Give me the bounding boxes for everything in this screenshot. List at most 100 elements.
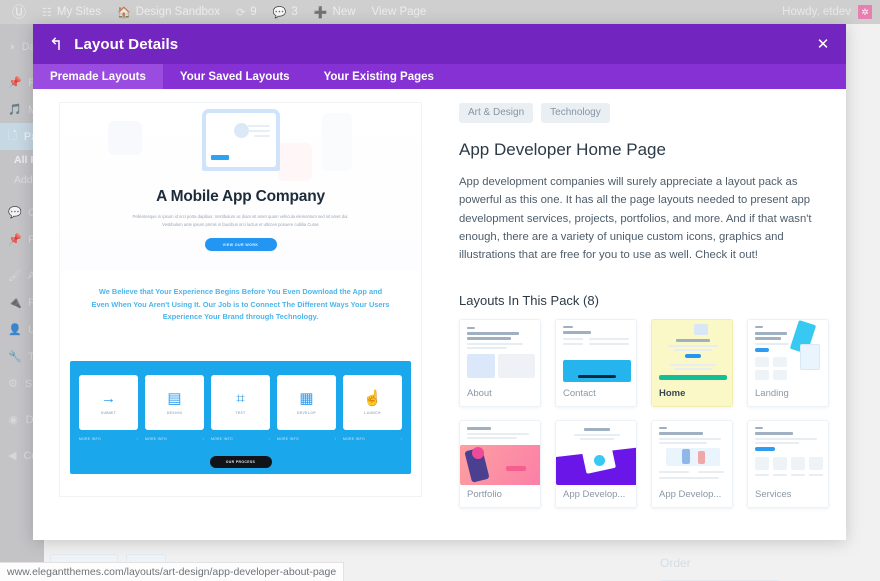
modal-tab-bar: Premade Layouts Your Saved Layouts Your … — [33, 64, 846, 89]
appearance-icon: 🖌 — [8, 270, 22, 282]
layout-thumbnail-grid: About Contact Home Landing Portfolio App… — [459, 319, 829, 509]
tab-your-existing-pages[interactable]: Your Existing Pages — [307, 64, 451, 89]
admin-bar-comments[interactable]: 💬 3 — [265, 0, 306, 24]
arrow-right-icon: → — [101, 389, 116, 407]
tab-your-saved-layouts-label: Your Saved Layouts — [179, 70, 290, 83]
preview-hero-subtext-line2: Vestibulum ante ipsum primis in faucibus… — [162, 221, 319, 227]
preview-more-info-label: MORE INFO — [343, 437, 365, 441]
preview-icon-card: ☝ LAUNCH — [343, 375, 402, 430]
preview-more-info-label: MORE INFO — [145, 437, 167, 441]
layout-thumbnail-label: Portfolio — [467, 489, 502, 501]
decor-shape — [278, 143, 312, 181]
decor-shape — [322, 113, 352, 171]
preview-more-info: MORE INFO › — [211, 437, 270, 441]
tools-icon: 🔧 — [8, 351, 22, 363]
preview-more-info-label: MORE INFO — [211, 437, 233, 441]
tab-premade-layouts[interactable]: Premade Layouts — [33, 64, 163, 89]
close-icon[interactable]: ✕ — [813, 34, 833, 54]
preview-icon-card: ▦ DEVELOP — [277, 375, 336, 430]
wp-admin-bar: Ⓤ ☷ My Sites 🏠 Design Sandbox ⟳ 9 💬 3 ➕ … — [0, 0, 880, 24]
layout-thumbnail-contact[interactable]: Contact — [555, 319, 637, 408]
decor-shape — [108, 121, 142, 155]
layout-thumbnail-label: App Develop... — [659, 489, 722, 501]
projects-icon: 📌 — [8, 234, 22, 246]
layout-thumbnail-landing[interactable]: Landing — [747, 319, 829, 408]
phone-line — [253, 135, 270, 137]
phone-screen — [205, 113, 276, 167]
preview-phone-mockup — [201, 109, 280, 171]
preview-hero-title: A Mobile App Company — [156, 188, 325, 205]
plus-icon: ➕ — [313, 6, 328, 19]
admin-bar-site-label: Design Sandbox — [135, 6, 221, 18]
pin-icon: 📌 — [8, 77, 22, 89]
layout-thumbnail-home[interactable]: Home — [651, 319, 733, 408]
develop-icon: ▦ — [299, 389, 314, 407]
admin-bar-account[interactable]: Howdy, etdev ✲ — [782, 5, 880, 19]
layout-info-panel: Art & Design Technology App Developer Ho… — [459, 95, 829, 540]
wordpress-logo-button[interactable]: Ⓤ — [4, 0, 34, 24]
screen-root: Ⓤ ☷ My Sites 🏠 Design Sandbox ⟳ 9 💬 3 ➕ … — [0, 0, 880, 581]
admin-bar-new[interactable]: ➕ New — [306, 0, 364, 24]
layout-thumbnail-app-developer-2[interactable]: App Develop... — [651, 420, 733, 509]
chevron-right-icon: › — [400, 437, 402, 441]
admin-bar-view-page[interactable]: View Page — [364, 0, 435, 24]
layout-thumbnail-label: Home — [659, 388, 686, 400]
admin-bar-updates-count: 9 — [250, 6, 257, 18]
browser-status-bar: www.elegantthemes.com/layouts/art-design… — [0, 562, 345, 581]
design-icon: ▤ — [167, 389, 182, 407]
preview-icon-caption: LAUNCH — [364, 410, 381, 415]
badge-technology[interactable]: Technology — [541, 103, 610, 123]
divi-icon: ◉ — [8, 414, 19, 426]
modal-header: ↰ Layout Details ✕ — [33, 24, 846, 64]
thumbnail-art — [556, 320, 636, 385]
user-avatar-icon: ✲ — [858, 5, 872, 19]
layout-thumbnail-label: About — [467, 388, 492, 400]
phone-line — [247, 130, 270, 132]
admin-bar-my-sites-label: My Sites — [56, 6, 101, 18]
thumbnail-art — [652, 421, 732, 486]
thumbnail-art — [748, 320, 828, 385]
phone-avatar — [233, 123, 249, 138]
phone-line — [247, 125, 270, 127]
tab-your-saved-layouts[interactable]: Your Saved Layouts — [163, 64, 307, 89]
layout-thumbnail-services[interactable]: Services — [747, 420, 829, 509]
layout-thumbnail-label: App Develop... — [563, 489, 626, 501]
preview-hero-subtext: Pellentesque in ipsum id orci porta dapi… — [108, 213, 373, 229]
howdy-label: Howdy, etdev — [782, 6, 851, 18]
modal-body: A Mobile App Company Pellentesque in ips… — [33, 89, 846, 540]
preview-icon-caption: DESIGN — [166, 410, 183, 415]
preview-icon-card: ⌗ TEST — [211, 375, 270, 430]
layout-thumbnail-portfolio[interactable]: Portfolio — [459, 420, 541, 509]
thumbnail-art — [748, 421, 828, 486]
badge-art-and-design[interactable]: Art & Design — [459, 103, 534, 123]
layout-thumbnail-label: Contact — [563, 388, 596, 400]
admin-bar-my-sites[interactable]: ☷ My Sites — [34, 0, 109, 24]
plugins-icon: 🔌 — [8, 297, 22, 309]
pages-icon: 🗋 — [8, 130, 17, 142]
back-arrow-icon[interactable]: ↰ — [49, 36, 63, 53]
layout-thumbnail-label: Landing — [755, 388, 789, 400]
comments-icon: 💬 — [8, 207, 22, 219]
admin-bar-updates[interactable]: ⟳ 9 — [228, 0, 265, 24]
preview-hero-subtext-line1: Pellentesque in ipsum id orci porta dapi… — [132, 214, 349, 219]
preview-hero-button: VIEW OUR WORK — [204, 238, 277, 251]
layout-preview[interactable]: A Mobile App Company Pellentesque in ips… — [59, 102, 422, 497]
thumbnail-art — [652, 320, 732, 385]
status-bar-url: www.elegantthemes.com/layouts/art-design… — [7, 566, 337, 578]
pack-heading: Layouts In This Pack (8) — [459, 293, 599, 309]
preview-more-info-links: MORE INFO › MORE INFO › MORE INFO › MORE… — [79, 437, 402, 441]
layout-thumbnail-about[interactable]: About — [459, 319, 541, 408]
preview-icon-card: → SUBMIT — [79, 375, 138, 430]
layout-thumbnail-app-developer-1[interactable]: App Develop... — [555, 420, 637, 509]
layout-thumbnail-label: Services — [755, 489, 792, 501]
admin-bar-site-name[interactable]: 🏠 Design Sandbox — [109, 0, 228, 24]
tab-premade-layouts-label: Premade Layouts — [50, 70, 146, 83]
thumbnail-art — [556, 421, 636, 486]
media-icon: 🎵 — [8, 104, 22, 116]
comments-icon: 💬 — [272, 6, 287, 19]
preview-more-info-label: MORE INFO — [79, 437, 101, 441]
chevron-right-icon: › — [334, 437, 336, 441]
admin-bar-new-label: New — [332, 6, 356, 18]
chevron-right-icon: › — [268, 437, 270, 441]
preview-more-info: MORE INFO › — [277, 437, 336, 441]
